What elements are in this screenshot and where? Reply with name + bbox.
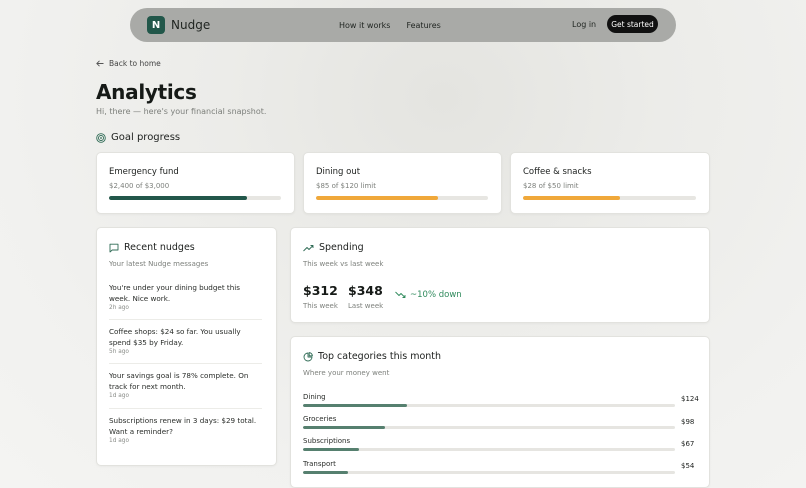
category-value: $124 [681,395,699,403]
message-icon [109,243,119,252]
goal-card-emergency-fund: Emergency fund $2,400 of $3,000 [96,152,295,214]
nudge-text: Coffee shops: $24 so far. You usually sp… [109,327,241,347]
goal-card-dining-out: Dining out $85 of $120 limit [303,152,502,214]
trending-down-icon [395,291,406,298]
spending-subtitle: This week vs last week [303,260,384,268]
recent-nudges-card: Recent nudges Your latest Nudge messages… [96,227,277,466]
nav-link-features[interactable]: Features [406,21,440,30]
spending-title: Spending [319,242,364,253]
nudge-text: You're under your dining budget this wee… [109,283,241,303]
goal-detail: $2,400 of $3,000 [109,182,170,190]
category-bar [303,426,675,429]
goal-title: Dining out [316,167,361,177]
goal-progress-fill [523,196,620,200]
recent-nudges-subtitle: Your latest Nudge messages [109,260,209,268]
category-label: Transport [303,460,336,468]
this-week-stat: $312 This week [303,283,338,310]
goal-title: Coffee & snacks [523,167,592,177]
top-categories-subtitle: Where your money went [303,369,390,377]
this-week-value: $312 [303,283,338,298]
nudge-time: 2h ago [109,305,129,311]
nav-link-how-it-works[interactable]: How it works [339,21,390,30]
divider [109,408,262,409]
get-started-button[interactable]: Get started [607,15,658,33]
page-title: Analytics [96,80,197,104]
divider [109,319,262,320]
top-navbar: N Nudge How it works Features Log in Get… [130,8,676,42]
category-bar [303,471,675,474]
spending-change: ~10% down [395,290,462,300]
category-bar [303,404,675,407]
nudge-item: Your savings goal is 78% complete. On tr… [109,370,262,399]
category-label: Dining [303,393,326,401]
category-bar-fill [303,448,359,451]
page-subtitle: Hi, there — here's your financial snapsh… [96,107,267,116]
last-week-stat: $348 Last week [348,283,383,310]
nudge-text: Subscriptions renew in 3 days: $29 total… [109,416,257,436]
goal-progress-fill [109,196,247,200]
category-label: Groceries [303,415,337,423]
goal-progress-bar [109,196,281,200]
nav-links: How it works Features [339,8,441,42]
category-value: $98 [681,418,695,426]
login-link[interactable]: Log in [572,20,596,29]
nudge-time: 1d ago [109,438,129,444]
divider [109,363,262,364]
back-to-home-link[interactable]: Back to home [96,59,161,68]
nudge-item: You're under your dining budget this wee… [109,282,262,311]
spending-heading: Spending [303,242,364,253]
top-categories-card: Top categories this month Where your mon… [290,336,710,488]
last-week-value: $348 [348,283,383,298]
this-week-label: This week [303,302,338,310]
nudge-item: Coffee shops: $24 so far. You usually sp… [109,326,262,355]
back-to-home-label: Back to home [109,59,161,68]
nudge-time: 1d ago [109,393,129,399]
goal-progress-title: Goal progress [111,132,181,143]
spending-change-text: ~10% down [410,290,462,300]
arrow-left-icon [96,60,104,67]
goal-progress-heading: Goal progress [96,132,180,143]
category-value: $67 [681,440,695,448]
top-categories-title: Top categories this month [318,351,442,362]
goal-progress-bar [523,196,696,200]
nudge-text: Your savings goal is 78% complete. On tr… [109,371,249,391]
category-label: Subscriptions [303,437,351,445]
goal-card-coffee-snacks: Coffee & snacks $28 of $50 limit [510,152,710,214]
nudge-item: Subscriptions renew in 3 days: $29 total… [109,415,262,444]
brand-name[interactable]: Nudge [171,18,210,32]
spending-card: Spending This week vs last week $312 Thi… [290,227,710,323]
last-week-label: Last week [348,302,384,310]
goal-detail: $28 of $50 limit [523,182,579,190]
target-icon [96,132,106,143]
goal-detail: $85 of $120 limit [316,182,376,190]
category-value: $54 [681,462,695,470]
recent-nudges-title: Recent nudges [124,242,195,253]
goal-title: Emergency fund [109,167,179,177]
pie-chart-icon [303,351,313,361]
goal-progress-fill [316,196,439,200]
recent-nudges-heading: Recent nudges [109,242,195,253]
logo-badge[interactable]: N [147,16,165,34]
category-bar [303,448,675,451]
category-bar-fill [303,404,408,407]
trending-up-icon [303,244,314,251]
category-bar-fill [303,471,348,474]
top-categories-heading: Top categories this month [303,351,441,362]
nudge-time: 5h ago [109,349,129,355]
category-bar-fill [303,426,385,429]
goal-progress-bar [316,196,488,200]
